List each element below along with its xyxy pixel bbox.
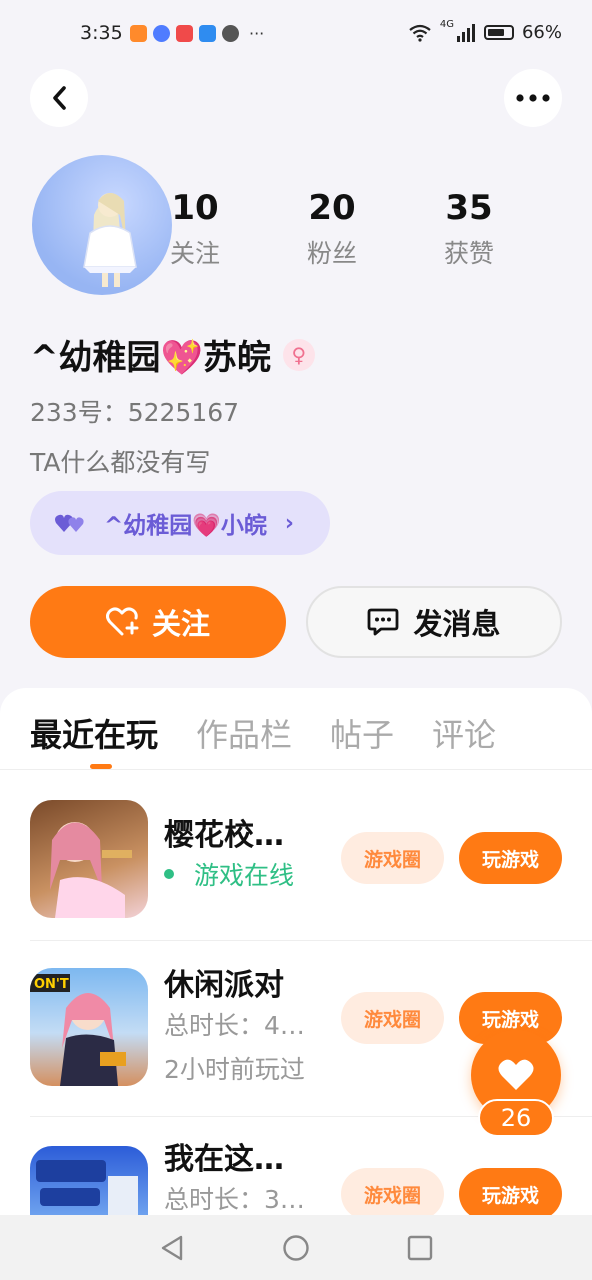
- followers-count: 20: [308, 188, 356, 228]
- cloud-app-icon: [199, 25, 216, 42]
- video-app-icon: [130, 25, 147, 42]
- game-play-duration: 总时长：4…: [164, 1011, 305, 1040]
- chevron-right-icon: ›: [284, 510, 294, 536]
- game-name: 樱花校…: [164, 818, 284, 853]
- nav-back-icon[interactable]: [159, 1234, 185, 1262]
- nav-home-icon[interactable]: [282, 1234, 310, 1262]
- like-count: 26: [478, 1099, 554, 1137]
- user-bio: TA什么都没有写: [30, 448, 211, 477]
- nickname-row: ^幼稚园💖苏皖 ♀: [30, 330, 315, 379]
- game-circle-button[interactable]: 游戏圈: [341, 992, 444, 1044]
- compass-app-icon: [222, 25, 239, 42]
- game-online-status: 游戏在线: [164, 856, 294, 892]
- profile-tabs: 最近在玩 作品栏 帖子 评论: [30, 710, 534, 756]
- game-row[interactable]: 樱花校… 游戏在线 游戏圈 玩游戏: [0, 770, 592, 946]
- following-count: 10: [171, 188, 219, 228]
- user-id: 233号：5225167: [30, 398, 240, 427]
- likes-label: 获赞: [443, 239, 494, 268]
- game-last-played: 2小时前玩过: [164, 1055, 305, 1084]
- game-circle-button[interactable]: 游戏圈: [341, 1168, 444, 1215]
- chat-bubble-icon: [368, 608, 399, 636]
- back-button[interactable]: [30, 69, 88, 127]
- more-notifications: ···: [249, 24, 265, 43]
- tab-recently-played[interactable]: 最近在玩: [30, 710, 158, 756]
- fan-group-badge[interactable]: ^幼稚园💗小皖 ›: [30, 491, 330, 555]
- signal-icon: [456, 23, 475, 42]
- network-type: 4G: [439, 19, 454, 30]
- likes-count: 35: [445, 188, 493, 228]
- battery-level: 66%: [521, 22, 562, 43]
- double-heart-icon: [55, 514, 84, 532]
- play-game-button[interactable]: 玩游戏: [459, 1168, 562, 1215]
- heart-plus-icon: [105, 607, 139, 636]
- online-dot-icon: [164, 869, 174, 879]
- chevron-left-icon: [53, 86, 66, 110]
- more-dots-icon: [516, 94, 550, 102]
- battery-icon: [483, 25, 514, 40]
- music-app-icon: [153, 25, 170, 42]
- send-message-button[interactable]: 发消息: [306, 586, 562, 658]
- system-nav-bar: [0, 1215, 592, 1280]
- wifi-icon: [409, 24, 431, 42]
- svg-text:ON'T: ON'T: [34, 977, 69, 992]
- play-game-button[interactable]: 玩游戏: [459, 832, 562, 884]
- fan-group-name: ^幼稚园💗小皖: [104, 513, 267, 539]
- following-label: 关注: [169, 239, 220, 268]
- game-icon-party: ON'T: [30, 968, 148, 1086]
- row-divider: [30, 940, 592, 941]
- tab-posts[interactable]: 帖子: [330, 710, 394, 756]
- followers-label: 粉丝: [306, 239, 357, 268]
- follow-label: 关注: [151, 607, 210, 641]
- female-gender-icon: ♀: [282, 338, 315, 371]
- nickname: ^幼稚园💖苏皖: [30, 338, 271, 378]
- send-message-label: 发消息: [413, 607, 501, 641]
- status-right: 4G 66%: [408, 19, 562, 43]
- game-play-duration: 总时长：3…: [164, 1185, 305, 1214]
- follow-button[interactable]: 关注: [30, 586, 286, 658]
- likes-stat[interactable]: 35 获赞: [409, 188, 529, 270]
- game-icon-other-world: [30, 1146, 148, 1215]
- red-app-icon: [176, 25, 193, 42]
- notification-icons: ···: [130, 24, 264, 43]
- followers-stat[interactable]: 20 粉丝: [272, 188, 392, 270]
- following-stat[interactable]: 10 关注: [135, 188, 255, 270]
- game-icon-sakura-school: [30, 800, 148, 918]
- status-time: 3:35: [80, 22, 123, 44]
- game-name: 休闲派对: [164, 968, 284, 1003]
- game-name: 我在这…: [164, 1142, 284, 1177]
- nav-recents-icon[interactable]: [407, 1235, 433, 1261]
- tab-comments[interactable]: 评论: [432, 710, 496, 756]
- heart-icon: [498, 1059, 534, 1090]
- more-options-button[interactable]: [504, 69, 562, 127]
- tab-works[interactable]: 作品栏: [196, 710, 292, 756]
- online-status-label: 游戏在线: [194, 861, 295, 890]
- game-circle-button[interactable]: 游戏圈: [341, 832, 444, 884]
- status-bar: 3:35 ··· 4G 66%: [0, 0, 592, 70]
